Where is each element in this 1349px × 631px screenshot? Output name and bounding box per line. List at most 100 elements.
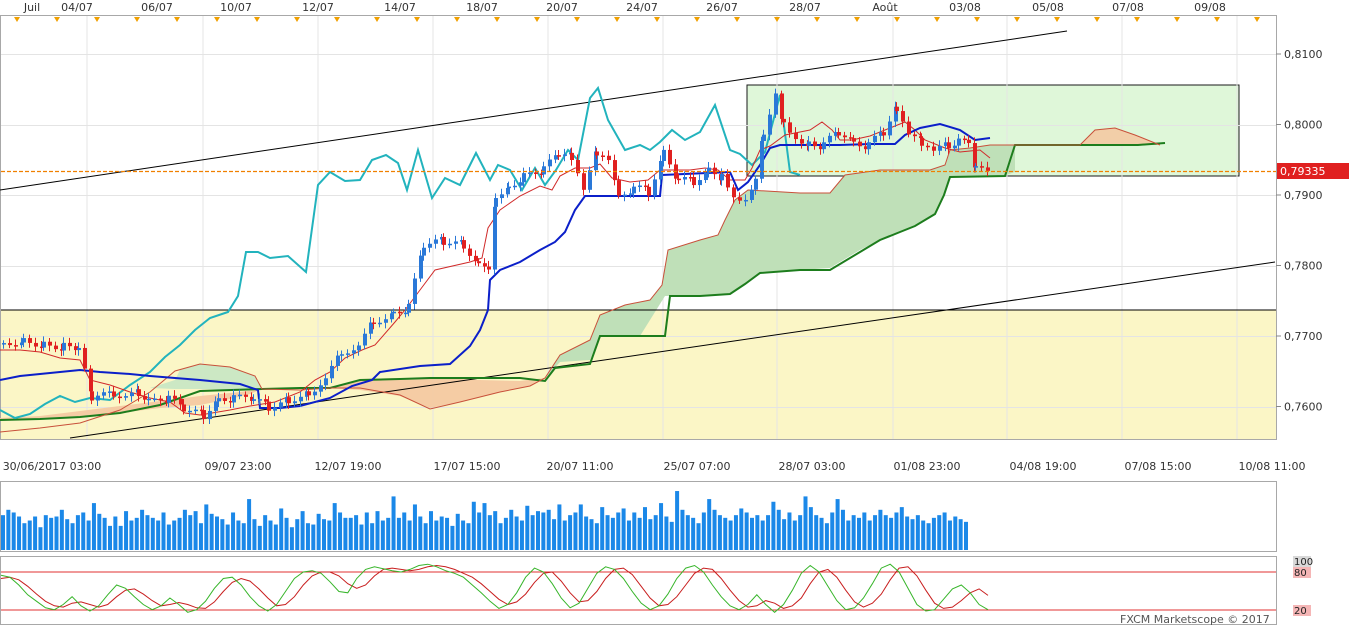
candle-body bbox=[738, 197, 742, 201]
volume-bar bbox=[450, 525, 455, 550]
volume-bar bbox=[284, 517, 289, 550]
candle-body bbox=[617, 180, 621, 196]
volume-bar bbox=[375, 511, 380, 550]
candle-body bbox=[422, 247, 426, 256]
candle-body bbox=[582, 173, 586, 190]
volume-bar bbox=[332, 503, 337, 550]
volume-bar bbox=[295, 519, 300, 550]
volume-bar bbox=[268, 520, 273, 550]
volume-bar bbox=[878, 509, 883, 550]
volume-bar bbox=[503, 517, 508, 550]
candle-body bbox=[208, 410, 212, 420]
volume-bar bbox=[616, 512, 621, 550]
candle-body bbox=[653, 179, 657, 196]
volume-bar bbox=[653, 515, 658, 550]
volume-bar bbox=[589, 519, 594, 550]
volume-bar bbox=[257, 525, 262, 550]
volume-bar bbox=[466, 523, 471, 550]
volume-bar bbox=[423, 523, 428, 550]
candle-body bbox=[659, 160, 663, 180]
candle-body bbox=[48, 341, 52, 346]
candle-body bbox=[570, 152, 574, 160]
volume-bar bbox=[289, 527, 294, 550]
volume-bar bbox=[514, 516, 519, 550]
volume-bar bbox=[65, 519, 70, 550]
volume-bar bbox=[519, 520, 524, 550]
volume-bar bbox=[696, 523, 701, 550]
volume-bar bbox=[867, 520, 872, 550]
volume-bar bbox=[134, 517, 139, 550]
candle-body bbox=[330, 365, 334, 379]
volume-bar bbox=[407, 520, 412, 550]
volume-bar bbox=[750, 517, 754, 550]
volume-bar bbox=[648, 519, 653, 550]
volume-bar bbox=[733, 515, 738, 550]
volume-bar bbox=[252, 519, 257, 550]
candle-body bbox=[258, 399, 262, 401]
candle-body bbox=[167, 395, 171, 403]
stoch-axis: 100 80 20 bbox=[1293, 556, 1313, 617]
volume-bar bbox=[156, 520, 161, 550]
candle-body bbox=[813, 141, 817, 147]
watermark: FXCM Marketscope © 2017 bbox=[1120, 613, 1270, 626]
candle-body bbox=[202, 410, 206, 420]
candle-body bbox=[413, 278, 417, 304]
volume-bar bbox=[578, 504, 583, 550]
candle-body bbox=[774, 93, 778, 115]
volume-bar bbox=[364, 512, 369, 550]
volume-bar bbox=[386, 517, 391, 550]
candle-body bbox=[963, 138, 967, 141]
candle-body bbox=[68, 342, 72, 347]
candle-body bbox=[913, 134, 917, 137]
volume-bar bbox=[418, 516, 423, 550]
volume-bar bbox=[145, 515, 150, 550]
volume-bar bbox=[343, 517, 348, 550]
candle-body bbox=[563, 154, 567, 156]
candle-body bbox=[873, 135, 877, 143]
candle-body bbox=[147, 398, 151, 401]
volume-bar bbox=[723, 517, 728, 550]
candle-body bbox=[986, 167, 990, 171]
candle-body bbox=[500, 194, 504, 199]
candle-body bbox=[704, 172, 708, 181]
volume-bar bbox=[193, 511, 198, 550]
candle-body bbox=[629, 193, 633, 195]
volume-bar bbox=[439, 516, 444, 550]
volume-bar bbox=[808, 507, 813, 550]
top-axis-label-9: 26/07 bbox=[706, 1, 738, 14]
candle-body bbox=[112, 391, 116, 397]
candle-body bbox=[83, 347, 87, 369]
volume-bar bbox=[573, 512, 578, 550]
volume-bar bbox=[348, 517, 353, 550]
candle-body bbox=[744, 199, 748, 202]
volume-bar bbox=[717, 515, 722, 550]
volume-bar bbox=[70, 523, 75, 550]
candle-body bbox=[419, 255, 423, 279]
volume-bar bbox=[953, 516, 958, 550]
candle-body bbox=[782, 118, 786, 123]
candle-body bbox=[762, 134, 766, 141]
volume-bar bbox=[380, 520, 385, 550]
volume-bar bbox=[782, 519, 787, 550]
candle-body bbox=[522, 173, 526, 183]
volume-bar bbox=[605, 515, 610, 550]
candle-body bbox=[974, 166, 978, 168]
candle-body bbox=[477, 261, 481, 264]
candle-body bbox=[557, 155, 561, 157]
bottom-axis-label-5: 25/07 07:00 bbox=[664, 460, 731, 473]
candle-body bbox=[194, 409, 198, 412]
candle-body bbox=[601, 155, 605, 157]
candle-body bbox=[124, 396, 128, 398]
volume-bar bbox=[637, 517, 642, 550]
volume-bar bbox=[273, 524, 278, 550]
candle-body bbox=[214, 401, 218, 411]
candle-body bbox=[273, 407, 277, 411]
top-axis-label-6: 18/07 bbox=[466, 1, 498, 14]
candle-body bbox=[434, 239, 438, 244]
candle-body bbox=[926, 145, 930, 148]
volume-bar bbox=[11, 512, 16, 550]
volume-bar bbox=[669, 521, 674, 550]
volume-bar bbox=[798, 515, 803, 550]
candle-body bbox=[542, 166, 546, 175]
candle-body bbox=[780, 93, 784, 119]
